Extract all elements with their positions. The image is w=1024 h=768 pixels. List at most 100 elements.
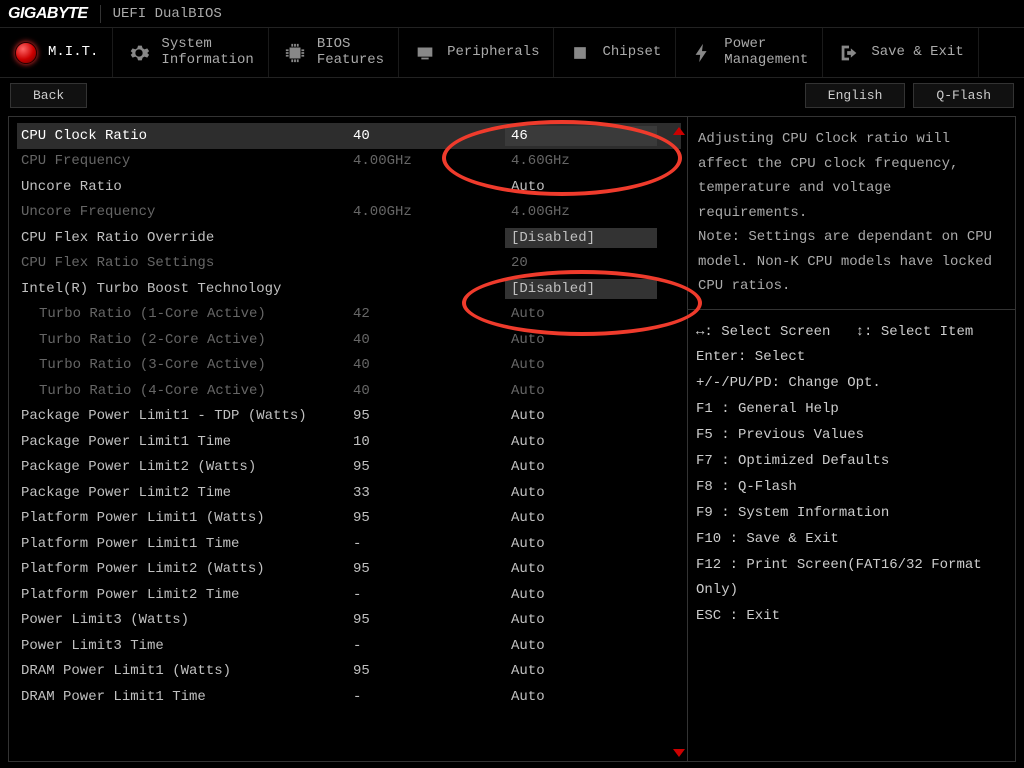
setting-value[interactable]: Auto [505,636,657,656]
setting-row: Turbo Ratio (3-Core Active)40Auto [17,353,681,379]
setting-row[interactable]: Platform Power Limit2 Time-Auto [17,582,681,608]
brand-logo: GIGABYTE [8,5,101,23]
setting-value[interactable]: [Disabled] [505,279,657,299]
tab-peripherals[interactable]: Peripherals [399,28,554,77]
setting-row: Turbo Ratio (2-Core Active)40Auto [17,327,681,353]
setting-value[interactable]: 46 [505,126,657,146]
setting-value[interactable]: Auto [505,687,657,707]
setting-row[interactable]: Package Power Limit1 - TDP (Watts)95Auto [17,404,681,430]
setting-value[interactable]: Auto [505,508,657,528]
setting-default: 95 [353,561,505,577]
setting-default: 4.00GHz [353,153,505,169]
setting-row[interactable]: CPU Clock Ratio4046 [17,123,681,149]
setting-value: 20 [505,253,657,273]
key-nav-line: ↔: Select Screen ↕: Select Item [696,320,1009,346]
setting-name: CPU Flex Ratio Settings [21,255,353,271]
setting-row[interactable]: Power Limit3 (Watts)95Auto [17,608,681,634]
setting-value[interactable]: Auto [505,177,657,197]
setting-row[interactable]: DRAM Power Limit1 (Watts)95Auto [17,659,681,685]
tab-label: Power Management [724,37,808,68]
tab-chipset[interactable]: Chipset [554,28,676,77]
setting-value[interactable]: Auto [505,585,657,605]
tab-power-management[interactable]: Power Management [676,28,823,77]
setting-name: Power Limit3 (Watts) [21,612,353,628]
help-text: Adjusting CPU Clock ratio will affect th… [688,117,1015,309]
setting-default: - [353,536,505,552]
setting-value: Auto [505,355,657,375]
setting-default: 40 [353,383,505,399]
setting-value[interactable]: Auto [505,661,657,681]
setting-value[interactable]: Auto [505,457,657,477]
help-pane: Adjusting CPU Clock ratio will affect th… [687,117,1015,761]
setting-name: Uncore Ratio [21,179,353,195]
setting-name: Turbo Ratio (3-Core Active) [21,357,353,373]
key-line: F10 : Save & Exit [696,527,1009,553]
chip-icon [283,41,307,65]
setting-default: 40 [353,128,505,144]
tab-label: Chipset [602,45,661,60]
setting-name: Turbo Ratio (2-Core Active) [21,332,353,348]
tab-bar: M.I.T. System Information BIOS Features … [0,28,1024,78]
setting-row[interactable]: Platform Power Limit1 (Watts)95Auto [17,506,681,532]
setting-default: - [353,689,505,705]
qflash-button[interactable]: Q-Flash [913,83,1014,108]
setting-row[interactable]: CPU Flex Ratio Override [Disabled] [17,225,681,251]
setting-row[interactable]: Package Power Limit1 Time10Auto [17,429,681,455]
setting-value[interactable]: Auto [505,483,657,503]
setting-name: Package Power Limit2 Time [21,485,353,501]
setting-name: CPU Flex Ratio Override [21,230,353,246]
setting-name: Intel(R) Turbo Boost Technology [21,281,353,297]
title-bar: GIGABYTE UEFI DualBIOS [0,0,1024,28]
power-icon [690,41,714,65]
exit-icon [837,41,861,65]
setting-row: Turbo Ratio (4-Core Active)40Auto [17,378,681,404]
setting-name: Turbo Ratio (1-Core Active) [21,306,353,322]
tab-system-information[interactable]: System Information [113,28,268,77]
setting-row[interactable]: Power Limit3 Time-Auto [17,633,681,659]
setting-value[interactable]: Auto [505,534,657,554]
gear-icon [127,41,151,65]
peripherals-icon [413,41,437,65]
setting-row[interactable]: Platform Power Limit2 (Watts)95Auto [17,557,681,583]
setting-name: CPU Frequency [21,153,353,169]
setting-default: 95 [353,459,505,475]
setting-row: Turbo Ratio (1-Core Active)42Auto [17,302,681,328]
setting-row[interactable]: Platform Power Limit1 Time-Auto [17,531,681,557]
tab-bios-features[interactable]: BIOS Features [269,28,399,77]
setting-row[interactable]: Uncore Ratio Auto [17,174,681,200]
setting-row: Uncore Frequency4.00GHz4.00GHz [17,200,681,226]
setting-row: CPU Flex Ratio Settings 20 [17,251,681,277]
setting-value[interactable]: [Disabled] [505,228,657,248]
setting-default: 95 [353,663,505,679]
setting-value: Auto [505,330,657,350]
setting-row[interactable]: Package Power Limit2 Time33Auto [17,480,681,506]
setting-default: 42 [353,306,505,322]
setting-value[interactable]: Auto [505,432,657,452]
key-line: +/-/PU/PD: Change Opt. [696,371,1009,397]
setting-value: Auto [505,304,657,324]
setting-default: 95 [353,408,505,424]
setting-value[interactable]: Auto [505,559,657,579]
setting-value[interactable]: Auto [505,406,657,426]
mit-icon [14,41,38,65]
setting-row[interactable]: DRAM Power Limit1 Time-Auto [17,684,681,710]
setting-name: Platform Power Limit1 (Watts) [21,510,353,526]
setting-default: 40 [353,332,505,348]
tab-label: System Information [161,37,253,68]
setting-name: Platform Power Limit2 (Watts) [21,561,353,577]
tab-label: M.I.T. [48,45,98,60]
setting-name: Platform Power Limit1 Time [21,536,353,552]
key-line: F7 : Optimized Defaults [696,449,1009,475]
setting-name: Platform Power Limit2 Time [21,587,353,603]
setting-name: DRAM Power Limit1 Time [21,689,353,705]
setting-row[interactable]: Package Power Limit2 (Watts)95Auto [17,455,681,481]
tab-mit[interactable]: M.I.T. [0,28,113,77]
setting-value[interactable]: Auto [505,610,657,630]
language-button[interactable]: English [805,83,906,108]
key-line: F5 : Previous Values [696,423,1009,449]
setting-default: 33 [353,485,505,501]
back-button[interactable]: Back [10,83,87,108]
scroll-up-indicator [673,127,685,135]
setting-row[interactable]: Intel(R) Turbo Boost Technology [Disabled… [17,276,681,302]
tab-save-exit[interactable]: Save & Exit [823,28,978,77]
